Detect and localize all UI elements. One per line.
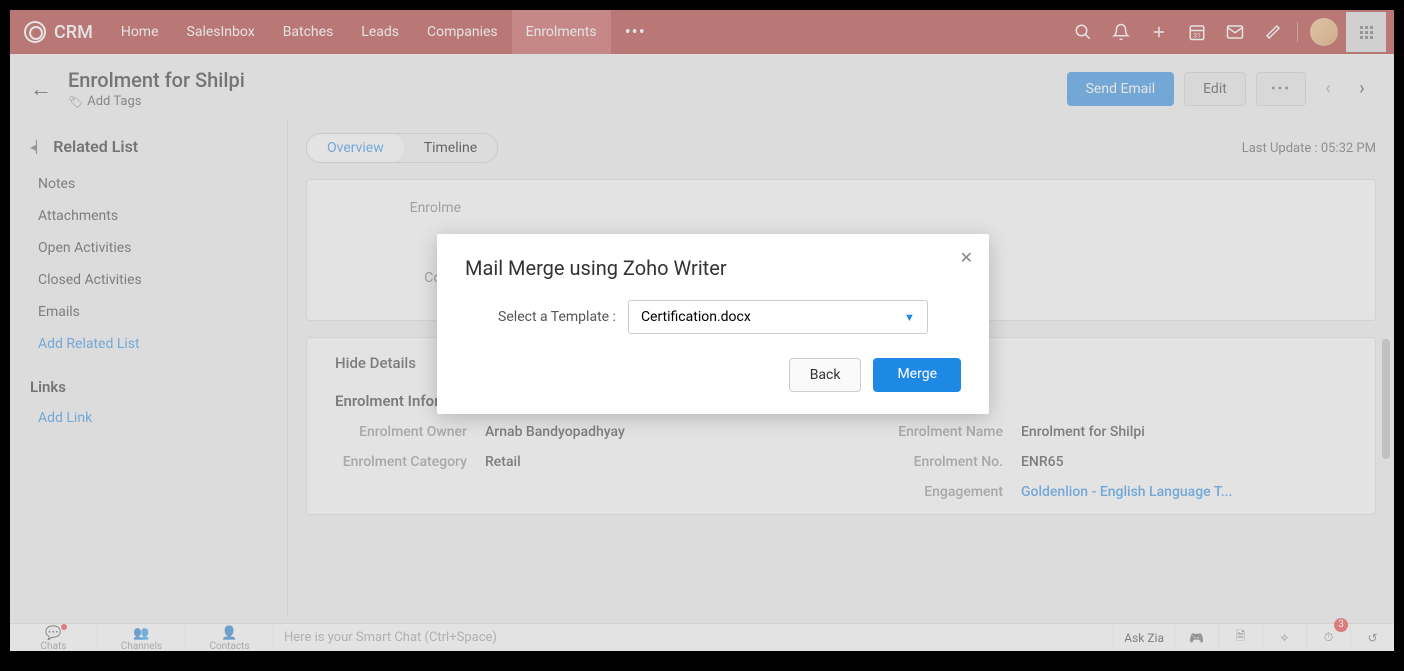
back-button[interactable]: Back (789, 358, 862, 392)
merge-button[interactable]: Merge (873, 358, 961, 392)
mail-merge-modal: ✕ Mail Merge using Zoho Writer Select a … (437, 234, 989, 414)
template-label: Select a Template : (498, 309, 616, 325)
caret-down-icon: ▼ (904, 311, 915, 324)
template-select[interactable]: Certification.docx ▼ (628, 300, 928, 334)
close-icon[interactable]: ✕ (960, 248, 973, 267)
modal-title: Mail Merge using Zoho Writer (465, 256, 961, 280)
template-value: Certification.docx (641, 309, 751, 325)
